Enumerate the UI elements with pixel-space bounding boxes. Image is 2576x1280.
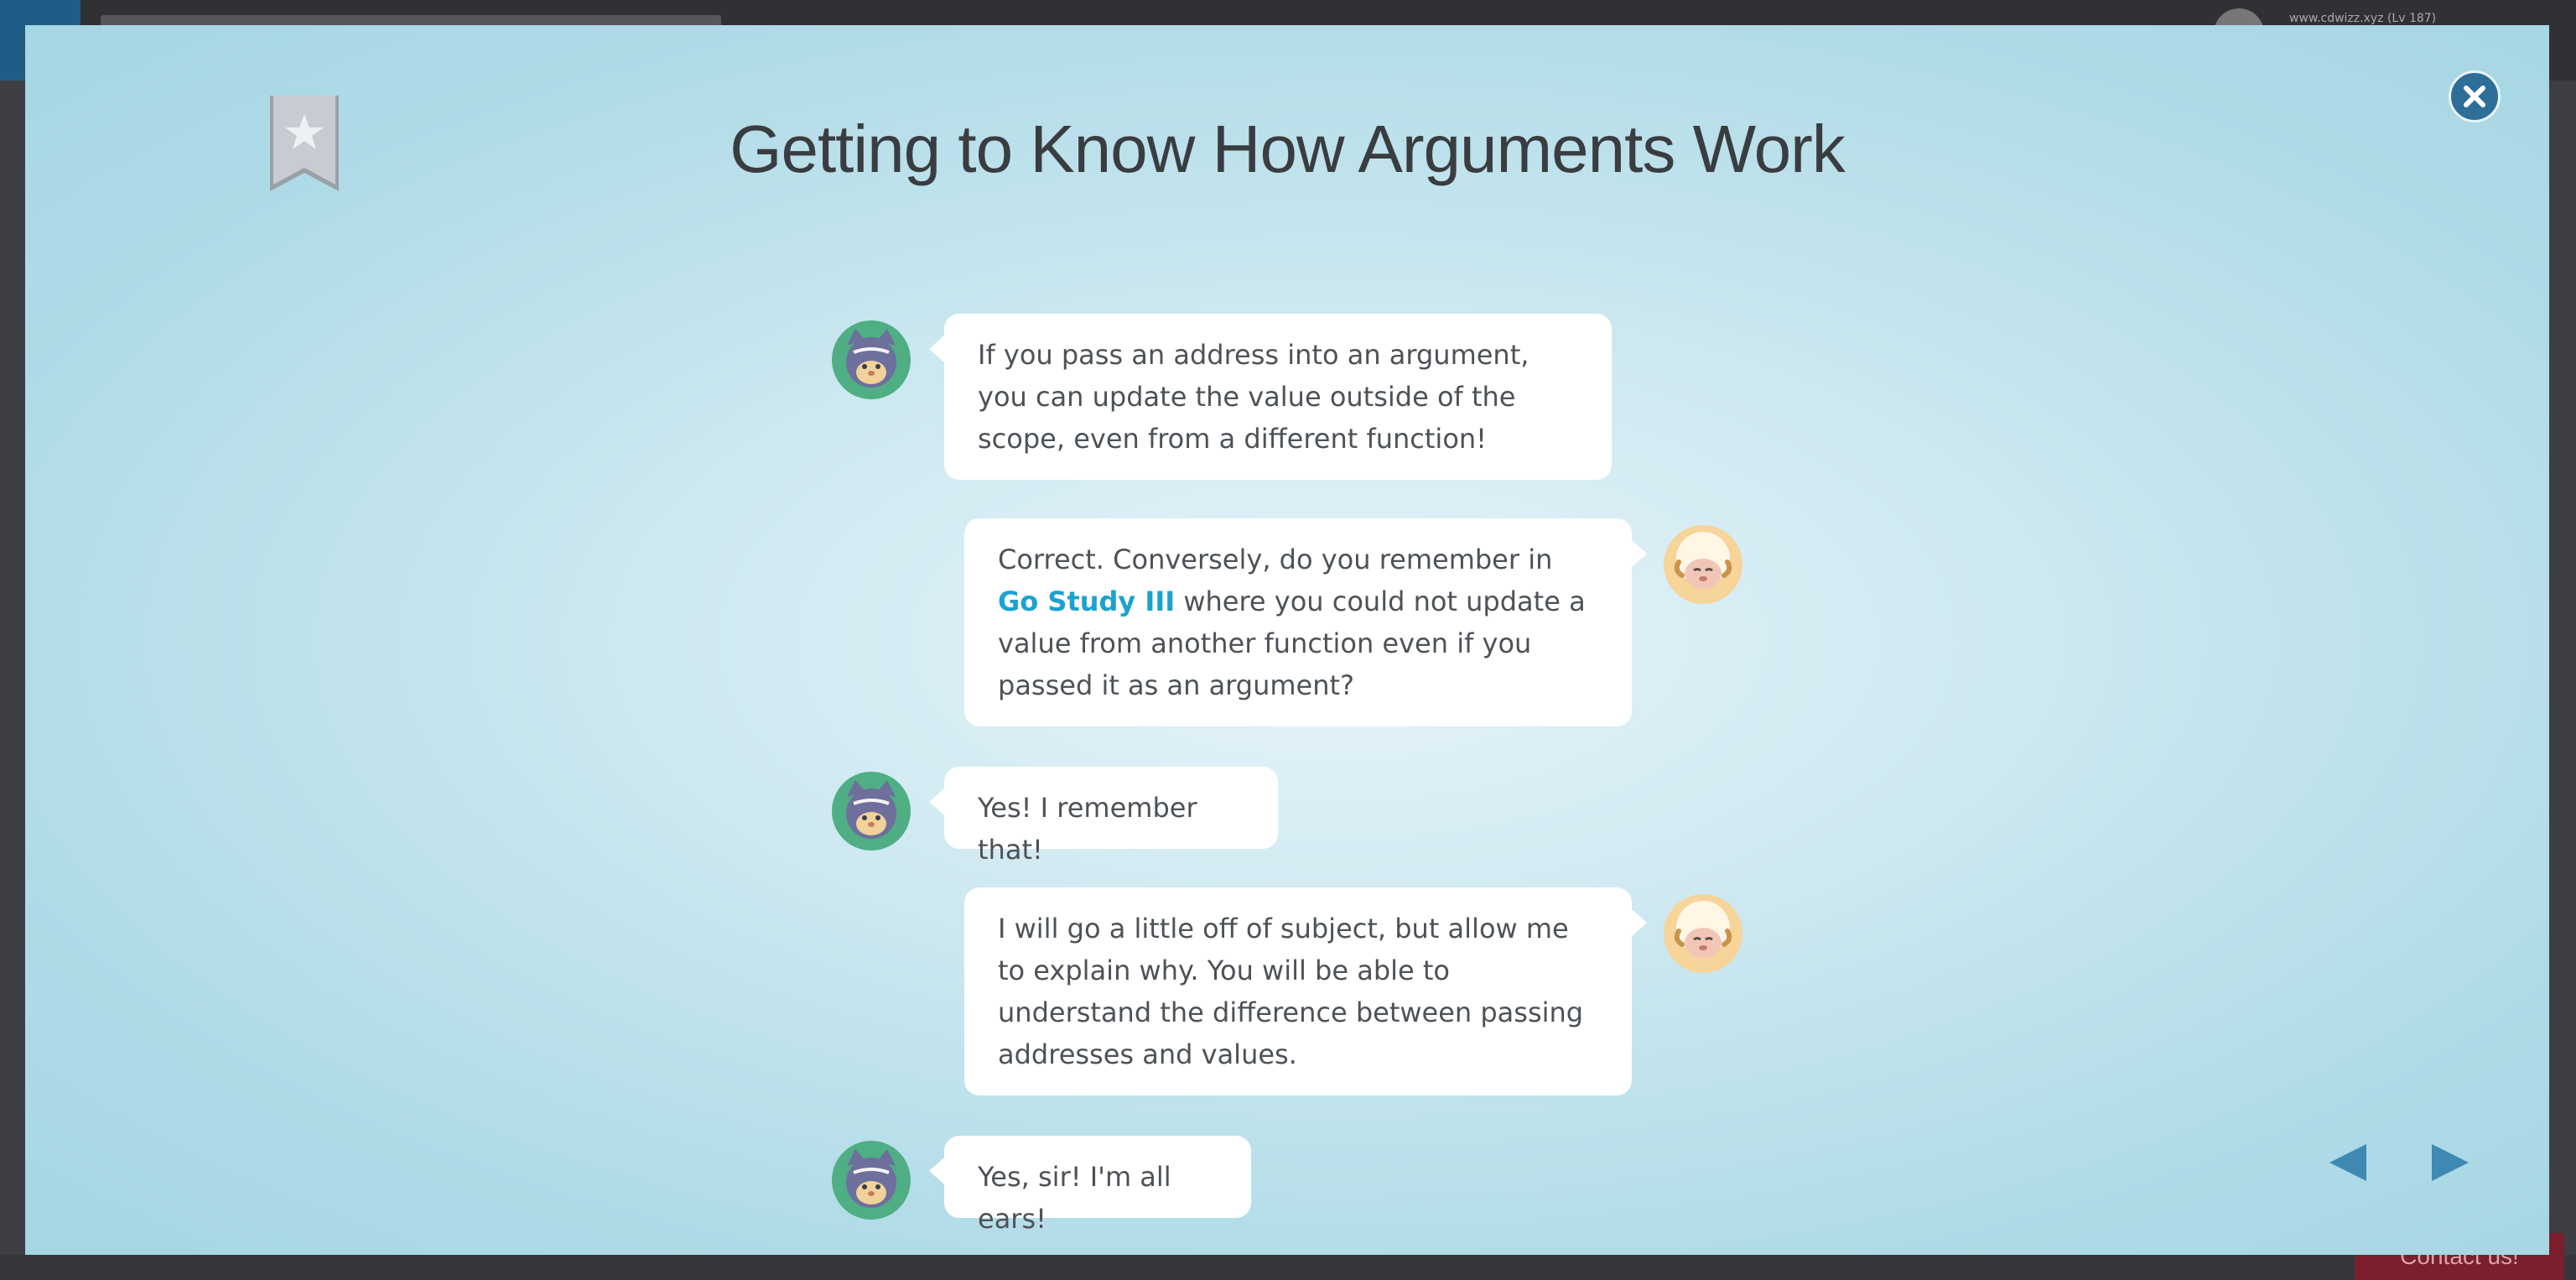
background-bottom-bar	[0, 1255, 2576, 1280]
message-text: Yes, sir! I'm all ears!	[978, 1161, 1171, 1235]
prev-arrow-icon[interactable]	[2326, 1141, 2370, 1184]
next-arrow-icon[interactable]	[2428, 1141, 2472, 1184]
lesson-title: Getting to Know How Arguments Work	[730, 112, 1846, 186]
sheep-avatar	[1664, 525, 1742, 604]
sheep-avatar	[1664, 894, 1742, 973]
cat-avatar	[832, 772, 911, 851]
chat-bubble-cat: If you pass an address into an argument,…	[929, 314, 1612, 480]
go-study-link[interactable]: Go Study III	[998, 585, 1175, 617]
chat-bubble-cat: Yes, sir! I'm all ears!	[929, 1136, 1251, 1235]
message-text: Yes! I remember that!	[978, 792, 1197, 866]
chat-bubble-sheep: Correct. Conversely, do you remember in …	[964, 518, 1647, 726]
close-icon	[2464, 86, 2485, 107]
lesson-modal: Getting to Know How Arguments Work If yo…	[25, 25, 2549, 1255]
message-text: I will go a little off of subject, but a…	[998, 913, 1584, 1070]
message-text: If you pass an address into an argument,…	[978, 339, 1530, 455]
chat-bubble-cat: Yes! I remember that!	[929, 767, 1278, 866]
message-text-before: Correct. Conversely, do you remember in	[998, 544, 1553, 575]
cat-avatar	[832, 1141, 911, 1220]
user-info: www.cdwizz.xyz (Lv 187)	[2289, 12, 2437, 25]
chat-bubble-sheep: I will go a little off of subject, but a…	[964, 887, 1647, 1095]
cat-avatar	[832, 320, 911, 399]
